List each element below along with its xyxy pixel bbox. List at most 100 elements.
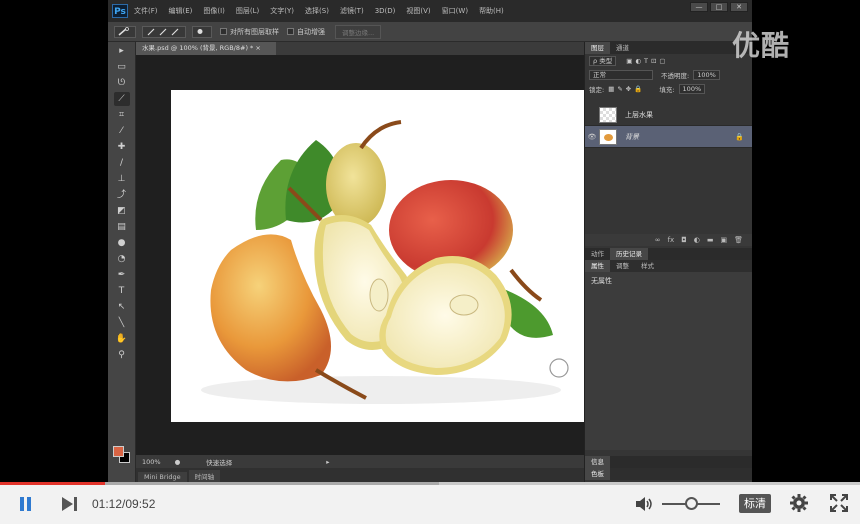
gear-icon[interactable] (789, 493, 809, 513)
progress-bar[interactable] (0, 482, 860, 485)
menu-window[interactable]: 窗口(W) (442, 6, 468, 16)
progress-fill (0, 482, 105, 485)
brush-tool-icon[interactable]: / (114, 156, 130, 170)
tab-info[interactable]: 信息 (585, 456, 610, 468)
link-layers-icon[interactable]: ∞ (655, 236, 661, 244)
layer-row-upper-fruit[interactable]: 上层水果 (585, 104, 752, 126)
tab-actions[interactable]: 动作 (585, 248, 610, 260)
line-tool-icon[interactable]: ╲ (114, 316, 130, 330)
layer-name: 上层水果 (625, 110, 653, 119)
buffer-bar (104, 482, 439, 485)
blur-tool-icon[interactable]: ● (114, 236, 130, 250)
refine-edge-button[interactable]: 调整边缘... (335, 24, 382, 39)
tab-adjustments[interactable]: 调整 (610, 260, 635, 272)
youku-watermark: 优酷 (732, 29, 791, 62)
video-frame[interactable]: Ps 文件(F) 编辑(E) 图像(I) 图层(L) 文字(Y) 选择(S) 滤… (0, 0, 860, 482)
status-info-icon[interactable]: ● (175, 458, 181, 466)
document-tab[interactable]: 水果.psd @ 100% (背景, RGB/8#) * × (136, 42, 276, 55)
quality-button[interactable]: 标清 (739, 494, 771, 513)
menu-filter[interactable]: 滤镜(T) (340, 6, 364, 16)
photoshop-window: Ps 文件(F) 编辑(E) 图像(I) 图层(L) 文字(Y) 选择(S) 滤… (108, 0, 752, 482)
gradient-tool-icon[interactable]: ▤ (114, 220, 130, 234)
lock-icons[interactable]: ▦✎✥🔒 (608, 85, 645, 93)
tab-timeline[interactable]: 时间轴 (188, 470, 221, 482)
path-selection-tool-icon[interactable]: ↖ (114, 300, 130, 314)
opacity-input[interactable]: 100% (693, 70, 720, 80)
fullscreen-icon[interactable] (830, 494, 848, 512)
crop-tool-icon[interactable]: ⌗ (114, 108, 130, 122)
brush-size-picker[interactable] (192, 25, 212, 38)
layer-filter-icons[interactable]: ▣◐T⊡▢ (626, 57, 668, 65)
volume-icon[interactable] (634, 495, 654, 513)
pen-tool-icon[interactable]: ✒ (114, 268, 130, 282)
status-arrow-icon[interactable]: ▸ (326, 458, 329, 466)
next-button[interactable] (60, 495, 80, 513)
tab-history[interactable]: 历史记录 (610, 248, 648, 260)
tab-channels[interactable]: 通道 (610, 42, 635, 54)
opacity-label: 不透明度: (661, 72, 690, 80)
selection-mode-buttons[interactable] (142, 25, 186, 38)
tool-preset-picker[interactable] (114, 25, 136, 38)
adjustment-layer-icon[interactable]: ◐ (694, 236, 700, 244)
sample-all-layers-checkbox[interactable] (220, 28, 227, 35)
add-mask-icon[interactable]: ◘ (681, 236, 687, 244)
auto-enhance-label: 自动增强 (297, 27, 325, 36)
fx-icon[interactable]: fx (668, 236, 675, 244)
move-tool-icon[interactable]: ▸ (114, 44, 130, 58)
menu-3d[interactable]: 3D(D) (375, 7, 396, 15)
tab-layers[interactable]: 图层 (585, 42, 610, 54)
tab-mini-bridge[interactable]: Mini Bridge (138, 472, 187, 482)
menu-help[interactable]: 帮助(H) (479, 6, 504, 16)
history-brush-tool-icon[interactable]: ⤴ (114, 188, 130, 202)
swatches-tabs: 色板 (585, 468, 752, 480)
foreground-color-swatch[interactable] (113, 446, 124, 457)
menu-edit[interactable]: 编辑(E) (169, 6, 193, 16)
type-tool-icon[interactable]: T (114, 284, 130, 298)
layer-kind-filter[interactable]: ρ 类型 (589, 56, 617, 66)
fill-input[interactable]: 100% (678, 84, 706, 94)
healing-brush-tool-icon[interactable]: ✚ (114, 140, 130, 154)
tab-styles[interactable]: 样式 (635, 260, 660, 272)
eraser-tool-icon[interactable]: ◩ (114, 204, 130, 218)
sample-all-layers-label: 对所有图层取样 (230, 27, 279, 36)
image-canvas[interactable] (171, 90, 591, 422)
bottom-panel-tabs: Mini Bridge 时间轴 (136, 468, 584, 482)
hand-tool-icon[interactable]: ✋ (114, 332, 130, 346)
auto-enhance-checkbox[interactable] (287, 28, 294, 35)
zoom-readout[interactable]: 100% (142, 458, 161, 466)
new-group-icon[interactable]: ▬ (707, 236, 714, 244)
marquee-tool-icon[interactable]: ▭ (114, 60, 130, 74)
time-readout: 01:12/09:52 (92, 497, 156, 511)
dodge-tool-icon[interactable]: ◔ (114, 252, 130, 266)
quick-selection-tool-icon[interactable]: ⟋ (113, 92, 130, 106)
volume-slider-knob[interactable] (685, 497, 698, 510)
menu-view[interactable]: 视图(V) (406, 6, 430, 16)
tab-swatches[interactable]: 色板 (585, 468, 610, 480)
tab-properties[interactable]: 属性 (585, 260, 610, 272)
menu-type[interactable]: 文字(Y) (270, 6, 294, 16)
layer-name: 背景 (625, 132, 639, 141)
properties-tabs: 属性 调整 样式 (585, 260, 752, 272)
layer-filter-row: ρ 类型 ▣◐T⊡▢ (585, 54, 752, 68)
blend-mode-select[interactable]: 正常 (589, 70, 653, 80)
eye-icon[interactable]: 👁 (585, 133, 599, 141)
menu-select[interactable]: 选择(S) (305, 6, 329, 16)
layer-row-background[interactable]: 👁 背景 🔒 (585, 126, 752, 148)
pears-photo (201, 120, 569, 404)
blend-row: 正常 不透明度: 100% (585, 68, 752, 82)
maximize-button[interactable]: □ (710, 2, 728, 12)
delete-layer-icon[interactable]: 🗑 (734, 236, 743, 244)
menu-layer[interactable]: 图层(L) (236, 6, 259, 16)
eyedropper-tool-icon[interactable]: ⁄ (114, 124, 130, 138)
clone-stamp-tool-icon[interactable]: ⊥ (114, 172, 130, 186)
pause-button[interactable] (18, 495, 36, 513)
quick-selection-icon (118, 27, 129, 36)
zoom-tool-icon[interactable]: ⚲ (114, 348, 130, 362)
minimize-button[interactable]: — (690, 2, 708, 12)
new-layer-icon[interactable]: ▣ (720, 236, 727, 244)
info-tabs: 信息 (585, 456, 752, 468)
menu-file[interactable]: 文件(F) (134, 6, 158, 16)
lasso-tool-icon[interactable]: ᘎ (114, 76, 130, 90)
close-button[interactable]: ✕ (730, 2, 748, 12)
menu-image[interactable]: 图像(I) (203, 6, 225, 16)
